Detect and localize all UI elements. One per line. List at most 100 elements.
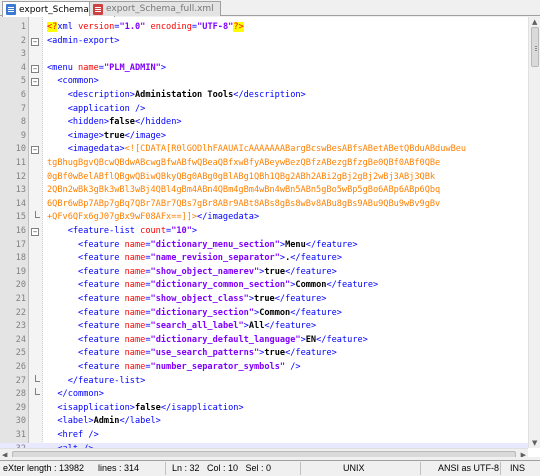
code-text: </feature-list> bbox=[67, 375, 146, 386]
eol-format[interactable]: UNIX bbox=[343, 463, 365, 473]
xml-file-unsaved-icon bbox=[93, 3, 103, 15]
scroll-left-icon[interactable]: ◀ bbox=[2, 450, 7, 457]
code-text: <imagedata><![CDATA[R0lGODlhFAAUAIcAAAAA… bbox=[67, 144, 467, 155]
code-text: <description>Administation Tools</descri… bbox=[67, 90, 306, 100]
line-number: 5 bbox=[20, 76, 26, 87]
line-number: 26 bbox=[15, 362, 26, 372]
code-text: <feature name="dictionary_menu_section">… bbox=[78, 239, 358, 250]
code-line[interactable]: 21 <feature name="show_object_class">tru… bbox=[0, 293, 528, 307]
code-line[interactable]: 12 0gBf0wBelABflQBgwQBiwQBkyQBg0ABg0gBlAB… bbox=[0, 171, 528, 185]
code-line[interactable]: 6 <description>Administation Tools</desc… bbox=[0, 89, 528, 103]
code-text: <hidden>false</hidden> bbox=[67, 117, 182, 128]
code-text: <image>true</image> bbox=[67, 130, 167, 141]
line-number: 7 bbox=[20, 103, 26, 114]
code-line[interactable]: 3 bbox=[0, 48, 528, 62]
code-line[interactable]: 2− <admin-export> bbox=[0, 35, 528, 49]
scroll-right-icon[interactable]: ▶ bbox=[521, 450, 526, 457]
divider bbox=[300, 462, 301, 475]
vertical-scrollbar[interactable]: ▲ ▼ bbox=[528, 17, 540, 448]
line-number: 27 bbox=[15, 375, 26, 386]
code-line[interactable]: 26 <feature name="number_separator_symbo… bbox=[0, 361, 528, 375]
code-text: <feature name="dictionary_default_langua… bbox=[78, 334, 368, 345]
line-number: 20 bbox=[15, 280, 26, 291]
line-number: 3 bbox=[20, 49, 26, 60]
code-editor[interactable]: 1 <?xml version="1.0" encoding="UTF-8"?> 2… bbox=[0, 17, 540, 457]
code-text: <feature name="show_object_namerev">true… bbox=[78, 266, 337, 277]
code-line[interactable]: 1 <?xml version="1.0" encoding="UTF-8"?> bbox=[0, 21, 528, 35]
code-line[interactable]: 29 <isapplication>false</isapplication> bbox=[0, 402, 528, 416]
code-line[interactable]: 23 <feature name="search_all_label">All<… bbox=[0, 320, 528, 334]
code-line[interactable]: 9 <image>true</image> bbox=[0, 130, 528, 144]
code-line[interactable]: 18 <feature name="name_revision_separato… bbox=[0, 252, 528, 266]
line-number: 21 bbox=[15, 294, 26, 304]
line-number: 8 bbox=[20, 117, 26, 128]
encoding[interactable]: ANSI as UTF-8 bbox=[438, 463, 499, 473]
code-text: <feature name="search_all_label">All</fe… bbox=[78, 321, 317, 332]
code-text: <feature name="name_revision_separator">… bbox=[78, 253, 342, 264]
line-number: 9 bbox=[20, 130, 26, 141]
fold-toggle-icon[interactable]: − bbox=[31, 228, 39, 236]
code-line[interactable]: 16− <feature-list count="10"> bbox=[0, 225, 528, 239]
code-line[interactable]: 17 <feature name="dictionary_menu_sectio… bbox=[0, 239, 528, 253]
grip-icon bbox=[535, 46, 537, 47]
insert-mode[interactable]: INS bbox=[510, 463, 525, 473]
code-text: <application /> bbox=[67, 103, 146, 114]
line-number: 23 bbox=[15, 321, 26, 332]
code-text: <feature name="show_object_class">true</… bbox=[78, 294, 327, 304]
status-bar: eXter length : 13982 lines : 314 Ln : 32… bbox=[0, 460, 540, 476]
code-line[interactable]: 24 <feature name="dictionary_default_lan… bbox=[0, 334, 528, 348]
horizontal-scrollbar[interactable]: ◀ ▶ bbox=[0, 448, 528, 457]
vertical-scroll-thumb[interactable] bbox=[531, 27, 539, 67]
divider bbox=[420, 462, 421, 475]
code-line[interactable]: 19 <feature name="show_object_namerev">t… bbox=[0, 266, 528, 280]
code-text: tgBhugBgvQBcwQBdwABcwgBfwABfwQBeaQBfxwBf… bbox=[47, 158, 441, 168]
tab-export-schema-full[interactable]: export_Schema_full.xml bbox=[89, 1, 221, 16]
fold-toggle-icon[interactable]: − bbox=[31, 78, 39, 87]
code-line[interactable]: 11 tgBhugBgvQBcwQBdwABcwgBfwABfwQBeaQBfxw… bbox=[0, 157, 528, 171]
divider bbox=[165, 462, 166, 475]
code-text: <isapplication>false</isapplication> bbox=[57, 402, 244, 413]
line-number: 24 bbox=[15, 334, 26, 345]
line-number: 14 bbox=[15, 198, 26, 209]
line-count: lines : 314 bbox=[98, 463, 140, 473]
cursor-position: Ln : 32 Col : 10 Sel : 0 bbox=[172, 463, 272, 473]
fold-toggle-icon[interactable]: − bbox=[31, 37, 39, 46]
code-text: <menu name="PLM_ADMIN"> bbox=[47, 62, 167, 73]
code-line[interactable]: 7 <application /> bbox=[0, 103, 528, 117]
fold-toggle-icon[interactable]: − bbox=[31, 64, 39, 73]
code-line[interactable]: 28 </common> bbox=[0, 388, 528, 402]
line-number: 15 bbox=[15, 212, 26, 223]
line-number: 25 bbox=[15, 348, 26, 359]
line-number: 4 bbox=[20, 62, 26, 73]
code-line[interactable]: 8 <hidden>false</hidden> bbox=[0, 116, 528, 130]
code-line[interactable]: 27 </feature-list> bbox=[0, 374, 528, 389]
code-line[interactable]: 4− <menu name="PLM_ADMIN"> bbox=[0, 62, 528, 76]
line-number: 29 bbox=[15, 402, 26, 413]
fold-toggle-icon[interactable]: − bbox=[31, 146, 39, 155]
code-line[interactable]: 25 <feature name="use_search_patterns">t… bbox=[0, 347, 528, 361]
code-line[interactable]: 5− <common> bbox=[0, 75, 528, 89]
line-number: 22 bbox=[15, 307, 26, 318]
code-text: <?xml version="1.0" encoding="UTF-8"?> bbox=[47, 22, 244, 32]
code-text: 0gBf0wBelABflQBgwQBiwQBkyQBg0ABg0gBlABg1… bbox=[47, 171, 436, 182]
code-line[interactable]: 31 <href /> bbox=[0, 429, 528, 443]
code-text: 2QBn2wBk3gBk3wBl3wBj4QBl4gBm4ABn4QBm4gBm… bbox=[47, 185, 441, 196]
horizontal-scroll-thumb[interactable] bbox=[12, 451, 516, 457]
code-line[interactable]: 10− <imagedata><![CDATA[R0lGODlhFAAUAIcA… bbox=[0, 143, 528, 157]
code-text: <href /> bbox=[57, 430, 99, 440]
code-text: <label>Admin</label> bbox=[57, 416, 161, 427]
code-line[interactable]: 13 2QBn2wBk3gBk3wBl3wBj4QBl4gBm4ABn4QBm4g… bbox=[0, 184, 528, 198]
code-line[interactable]: 15 +QFv6QFx6gJ07gBx9wF08AFx==]]></imageda… bbox=[0, 211, 528, 225]
code-text: <admin-export> bbox=[47, 35, 120, 46]
scroll-down-icon[interactable]: ▼ bbox=[532, 438, 537, 448]
code-line[interactable]: 20 <feature name="dictionary_common_sect… bbox=[0, 279, 528, 293]
fold-end-marker bbox=[35, 388, 40, 396]
code-text: <feature name="dictionary_common_section… bbox=[78, 280, 379, 291]
code-text: <feature name="number_separator_symbols"… bbox=[78, 362, 301, 372]
code-line[interactable]: 30 <label>Admin</label> bbox=[0, 415, 528, 429]
code-line[interactable]: 22 <feature name="dictionary_section">Co… bbox=[0, 307, 528, 321]
fold-end-marker bbox=[35, 374, 40, 382]
code-line[interactable]: 14 6QBr6wBp7ABp7gBq7QBr7ABr7QBs7gBr8ABr9A… bbox=[0, 198, 528, 212]
line-number: 10 bbox=[15, 144, 26, 155]
scroll-up-icon[interactable]: ▲ bbox=[532, 17, 537, 27]
